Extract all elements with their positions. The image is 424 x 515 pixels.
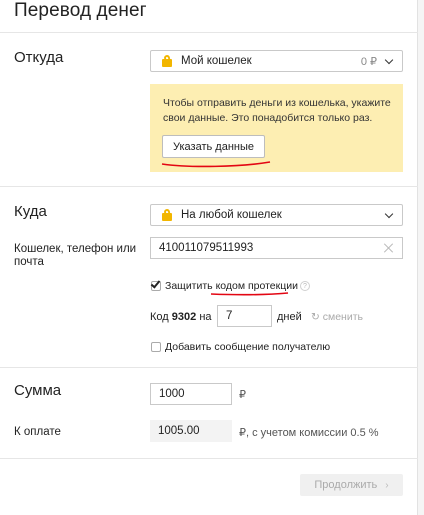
- chevron-down-icon: [385, 211, 394, 220]
- sum-section-label: Сумма: [14, 382, 62, 399]
- code-for: на: [199, 311, 212, 323]
- page-background: Перевод денег Откуда Мой кошелек 0 ₽ Что…: [0, 0, 424, 515]
- account-input[interactable]: 410011079511993: [150, 237, 403, 259]
- payable-label: К оплате: [14, 426, 61, 438]
- days-input[interactable]: 7: [217, 305, 272, 327]
- from-wallet-name: Мой кошелек: [181, 55, 252, 67]
- protect-checkbox[interactable]: [150, 278, 161, 291]
- checkmark-icon: [150, 278, 161, 289]
- notice-text: Чтобы отправить деньги из кошелька, укаж…: [163, 97, 391, 124]
- from-wallet-balance: 0 ₽: [360, 55, 377, 68]
- message-checkbox[interactable]: [151, 342, 161, 352]
- protection-code-line: Код 9302 на: [150, 311, 212, 323]
- to-wallet-select[interactable]: На любой кошелек: [150, 204, 403, 226]
- from-wallet-select[interactable]: Мой кошелек 0 ₽: [150, 50, 403, 72]
- from-section-label: Откуда: [14, 49, 64, 66]
- account-field-label: Кошелек, телефон или почта: [14, 243, 137, 268]
- days-input-value: 7: [226, 310, 233, 322]
- wallet-icon: [161, 54, 173, 67]
- refresh-icon: ↻: [311, 311, 320, 323]
- code-prefix: Код: [150, 311, 169, 323]
- change-code-link[interactable]: ↻ сменить: [311, 311, 363, 323]
- chevron-down-icon: [385, 57, 394, 66]
- red-underline-mark: [161, 161, 271, 168]
- divider: [0, 186, 418, 187]
- chevron-right-icon: ›: [385, 479, 389, 491]
- to-section-label: Куда: [14, 203, 47, 220]
- payable-value: 1005.00: [158, 425, 200, 437]
- divider: [0, 32, 418, 33]
- amount-input[interactable]: 1000: [150, 383, 232, 405]
- continue-button[interactable]: Продолжить ›: [300, 474, 403, 496]
- specify-data-button[interactable]: Указать данные: [162, 135, 265, 158]
- fill-data-notice: Чтобы отправить деньги из кошелька, укаж…: [150, 84, 403, 172]
- payable-amount: 1005.00: [150, 420, 232, 442]
- amount-currency: ₽: [239, 389, 246, 401]
- divider: [0, 458, 418, 459]
- divider: [0, 367, 418, 368]
- protection-code-value: 9302: [171, 311, 197, 323]
- payable-note: ₽, с учетом комиссии 0.5 %: [239, 427, 379, 439]
- help-icon[interactable]: ?: [300, 281, 310, 291]
- days-unit-label: дней: [277, 311, 302, 323]
- transfer-card: Перевод денег Откуда Мой кошелек 0 ₽ Что…: [0, 0, 418, 515]
- change-code-label: сменить: [322, 311, 363, 323]
- to-wallet-name: На любой кошелек: [181, 209, 282, 221]
- page-title: Перевод денег: [14, 0, 147, 21]
- clear-icon[interactable]: [384, 243, 394, 253]
- protect-label-prefix: Защитить: [165, 280, 216, 292]
- red-underline-mark: [210, 292, 289, 296]
- wallet-icon: [161, 208, 173, 221]
- message-label: Добавить сообщение получателю: [165, 341, 331, 353]
- account-input-value: 410011079511993: [159, 242, 254, 254]
- amount-input-value: 1000: [159, 388, 185, 400]
- continue-label: Продолжить: [314, 479, 378, 491]
